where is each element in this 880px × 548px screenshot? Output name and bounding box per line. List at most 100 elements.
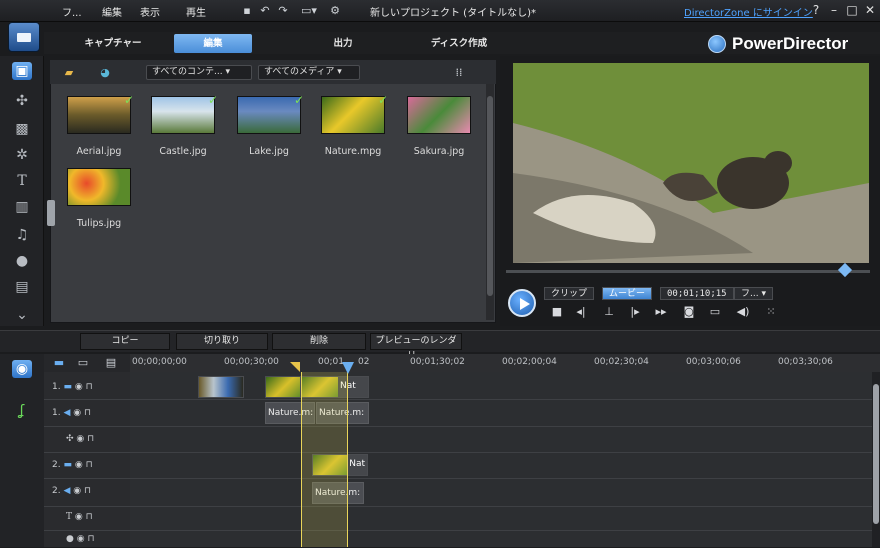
clip-mode-button[interactable]: クリップ (544, 287, 595, 300)
timeline-left-rail (0, 354, 44, 547)
options-grid-icon[interactable]: ⁙ (762, 305, 780, 318)
tab-capture[interactable]: キャプチャー (74, 34, 152, 53)
menu-file[interactable]: フ... (62, 4, 82, 19)
delete-button[interactable]: 削除 (272, 333, 366, 350)
lock-icon[interactable]: ⊓ (87, 534, 94, 544)
directorzone-signin-link[interactable]: DirectorZone にサインイン (684, 4, 813, 19)
aspect-ratio-icon[interactable]: ▭▾ (296, 4, 322, 18)
tab-edit[interactable]: 編集 (174, 34, 252, 53)
redo-icon[interactable]: ↷ (276, 4, 290, 18)
menu-edit[interactable]: 編集 (102, 4, 122, 19)
snapshot-camera-icon[interactable]: ◙ (680, 305, 698, 318)
import-folder-icon[interactable]: ▰ (62, 66, 76, 80)
track-label-effect[interactable]: ✣ ◉ ⊓ (66, 434, 94, 448)
track-label-voice[interactable]: ● ◉ ⊓ (66, 534, 95, 548)
check-icon: ✓ (293, 93, 304, 107)
media-room-icon[interactable]: ▣ (12, 62, 32, 80)
library-item-castle[interactable]: ✓ Castle.jpg (144, 93, 222, 166)
chapter-room-icon[interactable]: ▤ (12, 278, 32, 296)
timeline-scroll-thumb[interactable] (873, 384, 879, 524)
monitor-icon[interactable]: ▭ (706, 305, 724, 318)
track-label-audio-1[interactable]: 1. ◀ ◉ ⊓ (52, 408, 91, 422)
ruler-tick: 00;01;30;02 (410, 357, 465, 367)
check-icon: ✓ (123, 93, 134, 107)
timeline-fit-icon[interactable]: ▬ (52, 356, 66, 370)
eye-icon[interactable]: ◉ (75, 512, 83, 522)
eye-icon[interactable]: ◉ (75, 460, 83, 470)
next-frame-icon[interactable]: |▸ (626, 305, 644, 318)
library-item-tulips[interactable]: Tulips.jpg (60, 168, 138, 238)
movie-mode-button[interactable]: ムービー (602, 287, 653, 300)
lock-icon[interactable]: ⊓ (84, 408, 91, 418)
track-number: 2. (52, 486, 61, 496)
volume-icon[interactable]: ◀) (734, 305, 752, 318)
preview-seek-track[interactable] (506, 270, 870, 273)
mark-in-icon[interactable]: ⊥ (600, 305, 618, 318)
play-button[interactable] (508, 289, 536, 317)
track-manager-icon[interactable]: ▤ (104, 356, 118, 370)
title-room-icon[interactable]: T (12, 172, 32, 190)
track-label-video-2[interactable]: 2. ▬ ◉ ⊓ (52, 460, 93, 474)
library-item-aerial[interactable]: ✓ Aerial.jpg (60, 93, 138, 166)
transition-room-icon[interactable]: ▥ (12, 198, 32, 216)
download-media-icon[interactable]: ◕ (98, 66, 112, 80)
menu-view[interactable]: 表示 (140, 4, 160, 19)
close-button[interactable]: ✕ (862, 2, 878, 18)
timecode-display[interactable]: 00;01;10;15 (660, 287, 734, 300)
magic-tools-icon[interactable]: ʆ (12, 402, 32, 420)
library-item-nature[interactable]: ✓ Nature.mpg (314, 93, 392, 166)
menu-playback[interactable]: 再生 (186, 4, 206, 19)
library-scroll-thumb[interactable] (487, 96, 493, 296)
copy-button[interactable]: コピー (80, 333, 170, 350)
maximize-button[interactable]: □ (844, 2, 860, 18)
particle-room-icon[interactable]: ✲ (12, 146, 32, 164)
lock-icon[interactable]: ⊓ (87, 434, 94, 444)
help-button[interactable]: ? (808, 2, 824, 18)
track-label-title[interactable]: T ◉ ⊓ (66, 512, 93, 526)
frame-format-dropdown[interactable]: フ... ▾ (734, 287, 773, 300)
fast-forward-icon[interactable]: ▸▸ (652, 305, 670, 318)
lock-icon[interactable]: ⊓ (84, 486, 91, 496)
storyboard-icon[interactable]: ▭ (76, 356, 90, 370)
ruler-tick: 00;03;30;06 (778, 357, 833, 367)
grid-view-icon[interactable]: ⁞⁞ (452, 66, 466, 80)
undo-icon[interactable]: ↶ (258, 4, 272, 18)
library-item-lake[interactable]: ✓ Lake.jpg (230, 93, 308, 166)
settings-gear-icon[interactable]: ⚙ (328, 4, 342, 18)
cut-button[interactable]: 切り取り (176, 333, 268, 350)
content-filter-dropdown[interactable]: すべてのコンテ... ▾ (146, 65, 252, 80)
lock-icon[interactable]: ⊓ (86, 512, 93, 522)
media-filter-dropdown[interactable]: すべてのメディア ▾ (258, 65, 360, 80)
audio-mixing-icon[interactable]: ♫ (12, 226, 32, 244)
voiceover-icon[interactable]: ● (12, 252, 32, 270)
tab-disc[interactable]: ディスク作成 (420, 34, 498, 53)
timeline-clip-images[interactable] (198, 376, 244, 398)
eye-icon[interactable]: ◉ (73, 408, 81, 418)
track-label-video-1[interactable]: 1. ▬ ◉ ⊓ (52, 382, 93, 396)
timeline-clip-nature-a[interactable] (265, 376, 301, 398)
minimize-button[interactable]: – (826, 2, 842, 18)
eye-icon[interactable]: ◉ (75, 382, 83, 392)
previous-frame-icon[interactable]: ◂| (572, 305, 590, 318)
thumbnail (407, 96, 471, 134)
rail-collapse-icon[interactable]: ⌄ (12, 306, 32, 324)
save-icon[interactable]: ▪ (240, 4, 254, 18)
tab-produce[interactable]: 出力 (304, 34, 382, 53)
render-preview-button[interactable]: プレビューのレンダリ... (370, 333, 462, 361)
lock-icon[interactable]: ⊓ (86, 382, 93, 392)
timeline-view-icon[interactable]: ◉ (12, 360, 32, 378)
track-label-audio-2[interactable]: 2. ◀ ◉ ⊓ (52, 486, 91, 500)
track-number: 2. (52, 460, 61, 470)
item-name: Aerial.jpg (76, 146, 122, 157)
timeline-selection-range[interactable] (301, 372, 348, 547)
library-item-sakura[interactable]: Sakura.jpg (400, 96, 478, 166)
library-collapse-handle[interactable] (47, 200, 55, 226)
stop-icon[interactable]: ■ (548, 305, 566, 318)
eye-icon[interactable]: ◉ (76, 434, 84, 444)
eye-icon[interactable]: ◉ (77, 534, 85, 544)
brand-logo-icon (708, 35, 726, 53)
effect-room-icon[interactable]: ✣ (12, 92, 32, 110)
lock-icon[interactable]: ⊓ (86, 460, 93, 470)
pip-room-icon[interactable]: ▩ (12, 120, 32, 138)
eye-icon[interactable]: ◉ (73, 486, 81, 496)
